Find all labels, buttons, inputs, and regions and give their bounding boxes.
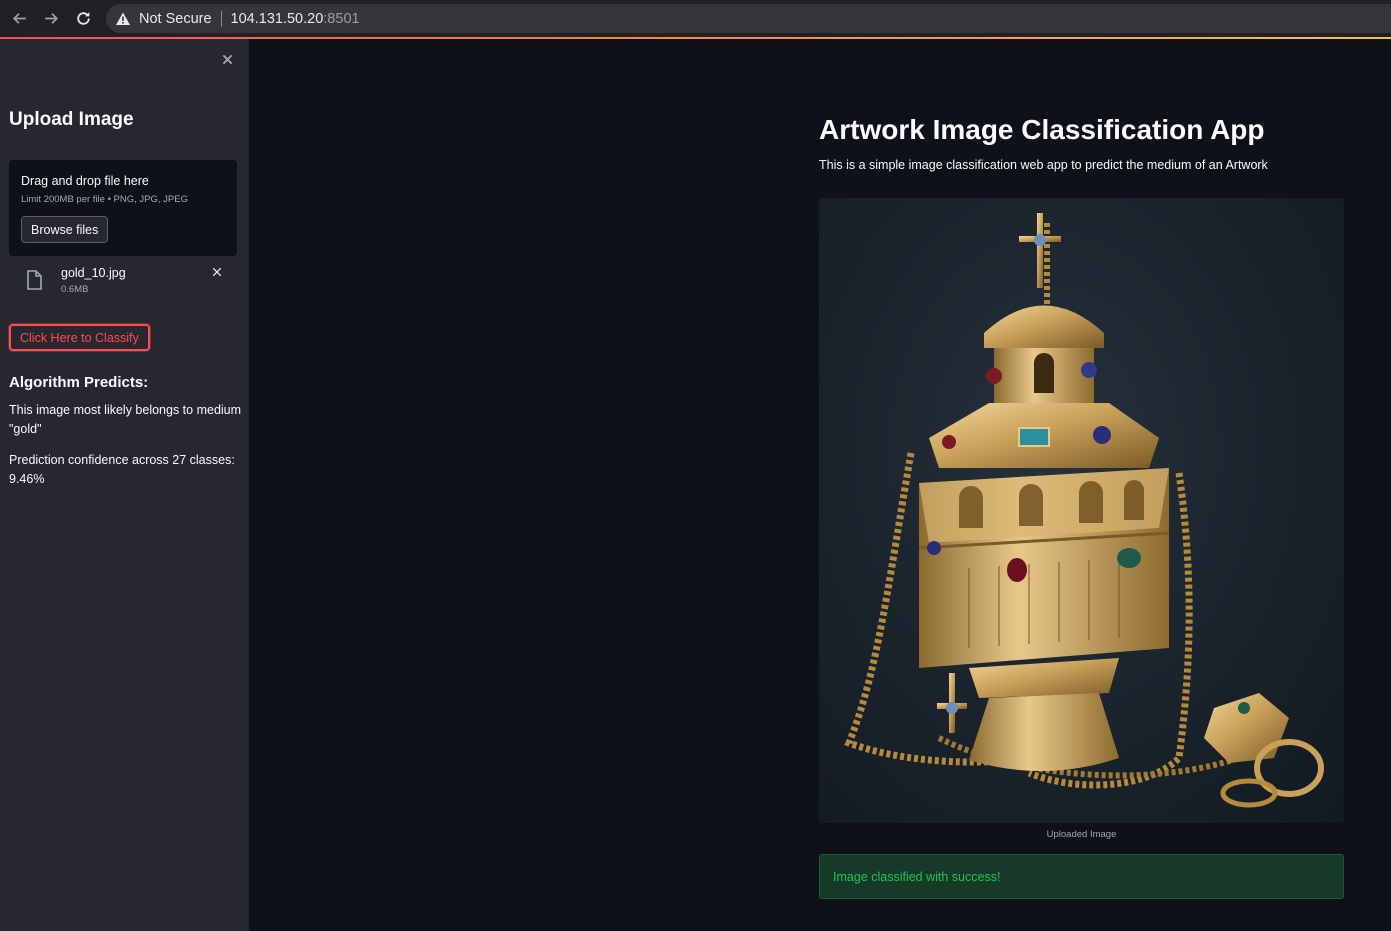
sidebar-title: Upload Image [9, 109, 134, 130]
browser-toolbar: Not Secure 104.131.50.20 :8501 [0, 0, 1391, 37]
forward-arrow-icon[interactable] [35, 0, 67, 37]
dropzone-label: Drag and drop file here [21, 174, 149, 188]
file-size: 0.6MB [61, 284, 89, 295]
reload-icon[interactable] [67, 0, 99, 37]
result-heading: Algorithm Predicts: [9, 374, 149, 391]
sidebar: Upload Image Drag and drop file here Lim… [0, 39, 249, 931]
warning-icon [115, 10, 132, 27]
confidence-text: Prediction confidence across 27 classes:… [9, 453, 235, 486]
address-bar[interactable]: Not Secure 104.131.50.20 :8501 [106, 4, 1391, 33]
classify-button[interactable]: Click Here to Classify [9, 324, 150, 351]
page-title: Artwork Image Classification App [819, 114, 1265, 145]
page-description: This is a simple image classification we… [819, 158, 1268, 172]
uploaded-file-item: gold_10.jpg 0.6MB [9, 261, 237, 301]
success-message: Image classified with success! [833, 869, 1001, 884]
url-host: 104.131.50.20 [230, 10, 324, 27]
image-caption: Uploaded Image [1046, 829, 1117, 840]
remove-file-icon[interactable] [211, 266, 223, 278]
browse-files-button[interactable]: Browse files [21, 216, 109, 243]
file-dropzone[interactable]: Drag and drop file here Limit 200MB per … [9, 160, 237, 256]
uploaded-image [819, 198, 1344, 823]
success-alert: Image classified with success! [819, 854, 1344, 899]
file-icon [26, 270, 43, 290]
close-icon[interactable] [219, 51, 235, 67]
file-name: gold_10.jpg [61, 266, 126, 280]
url-port: :8501 [323, 10, 360, 27]
omnibox-divider [220, 10, 222, 27]
security-status[interactable]: Not Secure [139, 11, 212, 27]
dropzone-limit: Limit 200MB per file • PNG, JPG, JPEG [21, 194, 188, 205]
prediction-text: This image most likely belongs to medium… [9, 403, 242, 436]
main-content: Artwork Image Classification App This is… [249, 39, 1391, 931]
back-arrow-icon[interactable] [3, 0, 35, 37]
